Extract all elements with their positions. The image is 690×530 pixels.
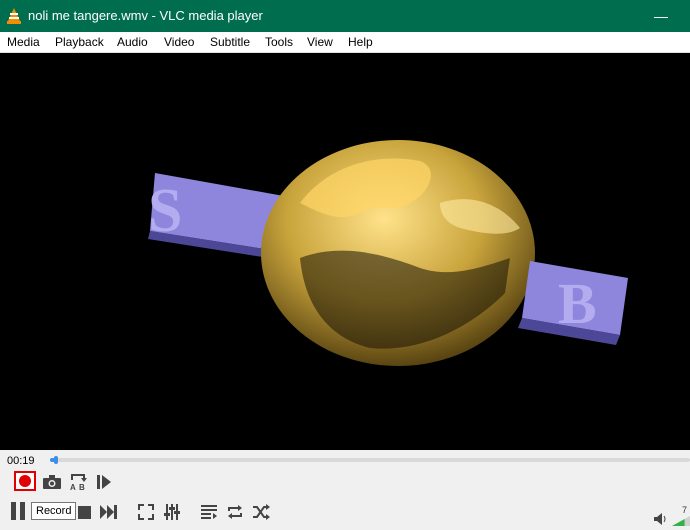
record-icon <box>19 475 31 487</box>
loop-icon <box>226 504 244 520</box>
record-tooltip: Record <box>31 502 77 520</box>
loop-button[interactable] <box>224 502 246 522</box>
window-title: noli me tangere.wmv - VLC media player <box>28 8 263 23</box>
menu-video[interactable]: Video <box>164 35 194 49</box>
ab-loop-icon: AB <box>69 473 87 491</box>
menu-view[interactable]: View <box>307 35 333 49</box>
extended-settings-button[interactable] <box>161 502 183 522</box>
minimize-button[interactable]: — <box>654 8 668 24</box>
letter-s: S <box>148 177 182 245</box>
globe <box>261 140 535 366</box>
seek-bar[interactable] <box>50 456 690 464</box>
shuffle-button[interactable] <box>250 502 272 522</box>
controls-panel: 00:19 AB Record 7 <box>0 450 690 529</box>
next-button[interactable] <box>98 502 120 522</box>
playlist-button[interactable] <box>198 502 220 522</box>
letter-b: B <box>558 271 597 336</box>
volume-slider[interactable] <box>672 516 690 526</box>
record-button[interactable] <box>14 471 36 491</box>
menu-help[interactable]: Help <box>348 35 373 49</box>
elapsed-time: 00:19 <box>7 455 35 467</box>
menu-playback[interactable]: Playback <box>55 35 104 49</box>
stop-icon <box>77 505 91 519</box>
snapshot-button[interactable] <box>41 472 63 492</box>
menu-audio[interactable]: Audio <box>117 35 148 49</box>
snapshot-icon <box>43 475 61 489</box>
svg-text:B: B <box>79 483 85 491</box>
vlc-cone-icon <box>7 8 21 29</box>
menu-tools[interactable]: Tools <box>265 35 293 49</box>
title-bar: noli me tangere.wmv - VLC media player — <box>0 0 690 32</box>
video-area[interactable]: S B <box>0 53 690 450</box>
frame-by-frame-button[interactable] <box>93 472 115 492</box>
playlist-icon <box>201 505 217 519</box>
letter-b-block: B <box>518 261 628 345</box>
menu-bar: Media Playback Audio Video Subtitle Tool… <box>0 32 690 53</box>
shuffle-icon <box>252 504 270 520</box>
frame-by-frame-icon <box>96 474 112 490</box>
pause-button[interactable] <box>6 500 30 522</box>
fullscreen-button[interactable] <box>135 502 157 522</box>
video-frame: S B <box>148 140 628 366</box>
extended-settings-icon <box>164 504 180 520</box>
fullscreen-icon <box>138 504 154 520</box>
speaker-icon[interactable] <box>654 512 666 530</box>
svg-text:A: A <box>70 483 76 491</box>
menu-subtitle[interactable]: Subtitle <box>210 35 250 49</box>
pause-icon <box>10 502 26 520</box>
seek-handle[interactable] <box>54 456 59 464</box>
menu-media[interactable]: Media <box>7 35 40 49</box>
ab-loop-button[interactable]: AB <box>67 472 89 492</box>
volume-value: 7 <box>682 505 688 515</box>
next-icon <box>100 505 118 519</box>
